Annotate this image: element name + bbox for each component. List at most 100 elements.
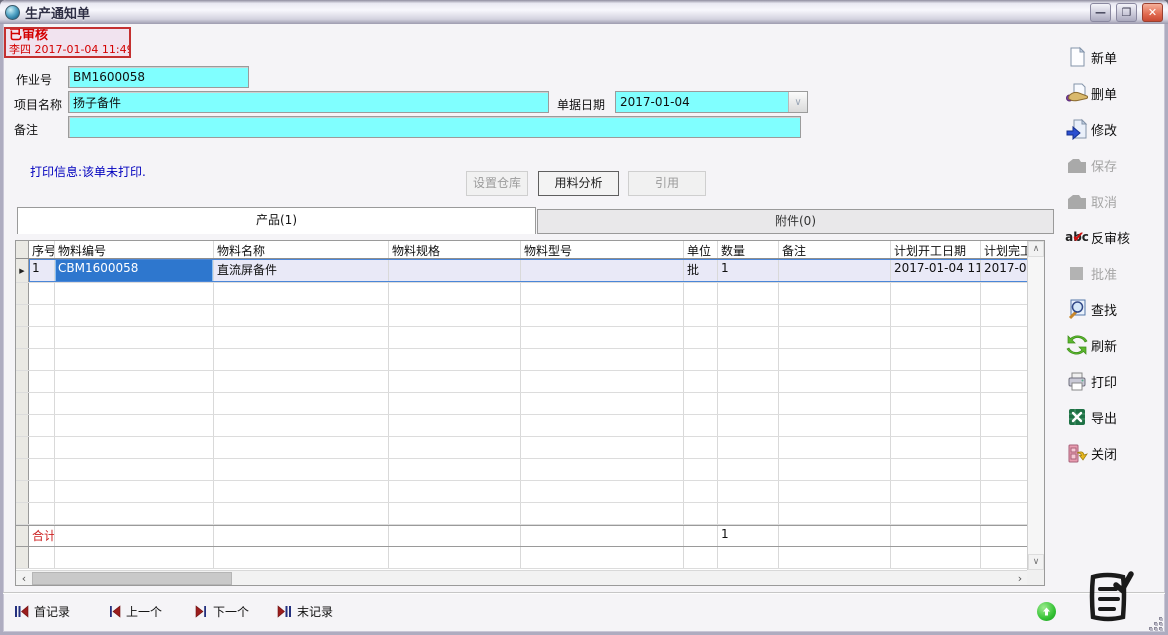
tab-attachments[interactable]: 附件(0) (537, 209, 1054, 234)
horizontal-scroll-thumb[interactable] (32, 572, 232, 585)
vertical-scrollbar[interactable]: ∧ ∨ (1027, 241, 1044, 570)
nav-next[interactable]: 下一个 (195, 601, 249, 621)
cell-name[interactable]: 直流屏备件 (214, 259, 389, 282)
save-folder-icon (1066, 154, 1088, 176)
print-info-text: 打印信息:该单未打印. (30, 163, 146, 180)
cancel-folder-icon (1066, 190, 1088, 212)
sidebar-item-find[interactable]: 查找 (1066, 296, 1162, 322)
cell-seq[interactable]: 1 (29, 259, 55, 282)
tab-products[interactable]: 产品(1) (17, 207, 536, 234)
table-row-empty[interactable] (16, 393, 1028, 415)
table-row-empty[interactable] (16, 503, 1028, 525)
sidebar-item-approve: 批准 (1066, 260, 1162, 286)
table-row-empty[interactable] (16, 481, 1028, 503)
audit-signer: 李四 2017-01-04 11:49 (9, 44, 126, 57)
edit-document-icon (1066, 118, 1088, 140)
cell-plan-end[interactable]: 2017-03 (981, 259, 1028, 282)
sidebar-item-refresh[interactable]: 刷新 (1066, 332, 1162, 358)
nav-last-label: 末记录 (297, 603, 333, 620)
detail-grid: 序号 物料编号 物料名称 物料规格 物料型号 单位 数量 备注 计划开工日期 计… (15, 240, 1045, 586)
resize-grip[interactable] (1149, 617, 1163, 631)
close-button[interactable]: ✕ (1142, 3, 1163, 22)
total-label: 合计 (29, 526, 55, 546)
nav-previous[interactable]: 上一个 (108, 601, 162, 621)
sidebar-item-print[interactable]: 打印 (1066, 368, 1162, 394)
status-green-icon (1037, 602, 1056, 621)
set-warehouse-button: 设置仓库 (466, 171, 528, 196)
sidebar-label: 修改 (1091, 120, 1117, 139)
cell-code-selected[interactable]: CBM1600058 (55, 259, 214, 282)
total-qty: 1 (718, 526, 779, 546)
col-unit: 单位 (684, 241, 718, 258)
scrollbar-corner (1027, 570, 1044, 585)
nav-last-record[interactable]: 末记录 (277, 601, 333, 621)
cell-spec[interactable] (389, 259, 521, 282)
sidebar-label: 关闭 (1091, 444, 1117, 463)
nav-next-label: 下一个 (213, 603, 249, 620)
table-row-empty[interactable] (16, 327, 1028, 349)
sidebar-item-export[interactable]: 导出 (1066, 404, 1162, 430)
table-row-empty[interactable] (16, 349, 1028, 371)
maximize-button[interactable]: ❐ (1116, 3, 1137, 22)
title-bar: 生产通知单 — ❐ ✕ (0, 0, 1168, 24)
table-row-empty[interactable] (16, 305, 1028, 327)
date-label: 单据日期 (557, 96, 605, 113)
col-model: 物料型号 (521, 241, 684, 258)
scroll-down-icon[interactable]: ∨ (1028, 554, 1044, 570)
tab-strip: 产品(1) 附件(0) (15, 207, 1055, 234)
sidebar-label: 新单 (1091, 48, 1117, 67)
table-row-empty[interactable] (16, 547, 1028, 569)
sidebar-label: 批准 (1091, 264, 1117, 283)
window-title: 生产通知单 (25, 3, 1085, 22)
remark-input[interactable] (68, 116, 801, 138)
date-combobox[interactable]: 2017-01-04 ∨ (615, 91, 808, 113)
scroll-left-icon[interactable]: ‹ (16, 571, 32, 585)
project-input[interactable] (68, 91, 549, 113)
table-row-selected[interactable]: ▶ 1 CBM1600058 直流屏备件 批 1 2017-01-04 11: … (16, 259, 1028, 283)
delete-document-icon (1066, 82, 1088, 104)
sidebar-item-delete[interactable]: 删单 (1066, 80, 1162, 106)
abc-check-icon: abc✔ (1066, 226, 1088, 248)
job-no-input[interactable] (68, 66, 249, 88)
sidebar-item-modify[interactable]: 修改 (1066, 116, 1162, 142)
scroll-right-icon[interactable]: › (1012, 571, 1028, 585)
refresh-icon (1066, 334, 1088, 356)
first-record-icon (14, 605, 29, 618)
sidebar-item-close[interactable]: 关闭 (1066, 440, 1162, 466)
table-row-empty[interactable] (16, 459, 1028, 481)
sidebar-label: 反审核 (1091, 228, 1130, 247)
scroll-up-icon[interactable]: ∧ (1028, 241, 1044, 257)
exit-door-icon (1066, 442, 1088, 464)
excel-export-icon (1066, 406, 1088, 428)
table-row-empty[interactable] (16, 415, 1028, 437)
project-label: 项目名称 (14, 96, 62, 113)
minimize-button[interactable]: — (1090, 3, 1111, 22)
cell-qty[interactable]: 1 (718, 259, 779, 282)
table-row-empty[interactable] (16, 437, 1028, 459)
cell-plan-start[interactable]: 2017-01-04 11: (891, 259, 981, 282)
next-record-icon (195, 605, 208, 618)
table-row-empty[interactable] (16, 371, 1028, 393)
col-plan-start: 计划开工日期 (891, 241, 981, 258)
sidebar-item-unaudit[interactable]: abc✔ 反审核 (1066, 224, 1162, 250)
col-spec: 物料规格 (389, 241, 521, 258)
last-record-icon (277, 605, 292, 618)
cell-remark[interactable] (779, 259, 891, 282)
material-analysis-button[interactable]: 用料分析 (538, 171, 619, 196)
date-dropdown-icon[interactable]: ∨ (788, 92, 807, 112)
approve-square-icon (1066, 262, 1088, 284)
nav-first-record[interactable]: 首记录 (14, 601, 70, 621)
table-row-empty[interactable] (16, 283, 1028, 305)
cell-unit[interactable]: 批 (684, 259, 718, 282)
sidebar-label: 刷新 (1091, 336, 1117, 355)
sidebar-item-new[interactable]: 新单 (1066, 44, 1162, 70)
horizontal-scrollbar[interactable]: ‹ › (16, 570, 1028, 585)
reference-button: 引用 (628, 171, 706, 196)
previous-record-icon (108, 605, 121, 618)
sidebar-label: 打印 (1091, 372, 1117, 391)
col-code: 物料编号 (55, 241, 214, 258)
col-plan-end: 计划完工 (981, 241, 1028, 258)
date-value: 2017-01-04 (616, 92, 788, 112)
cell-model[interactable] (521, 259, 684, 282)
table-total-row: 合计 1 (16, 525, 1028, 547)
